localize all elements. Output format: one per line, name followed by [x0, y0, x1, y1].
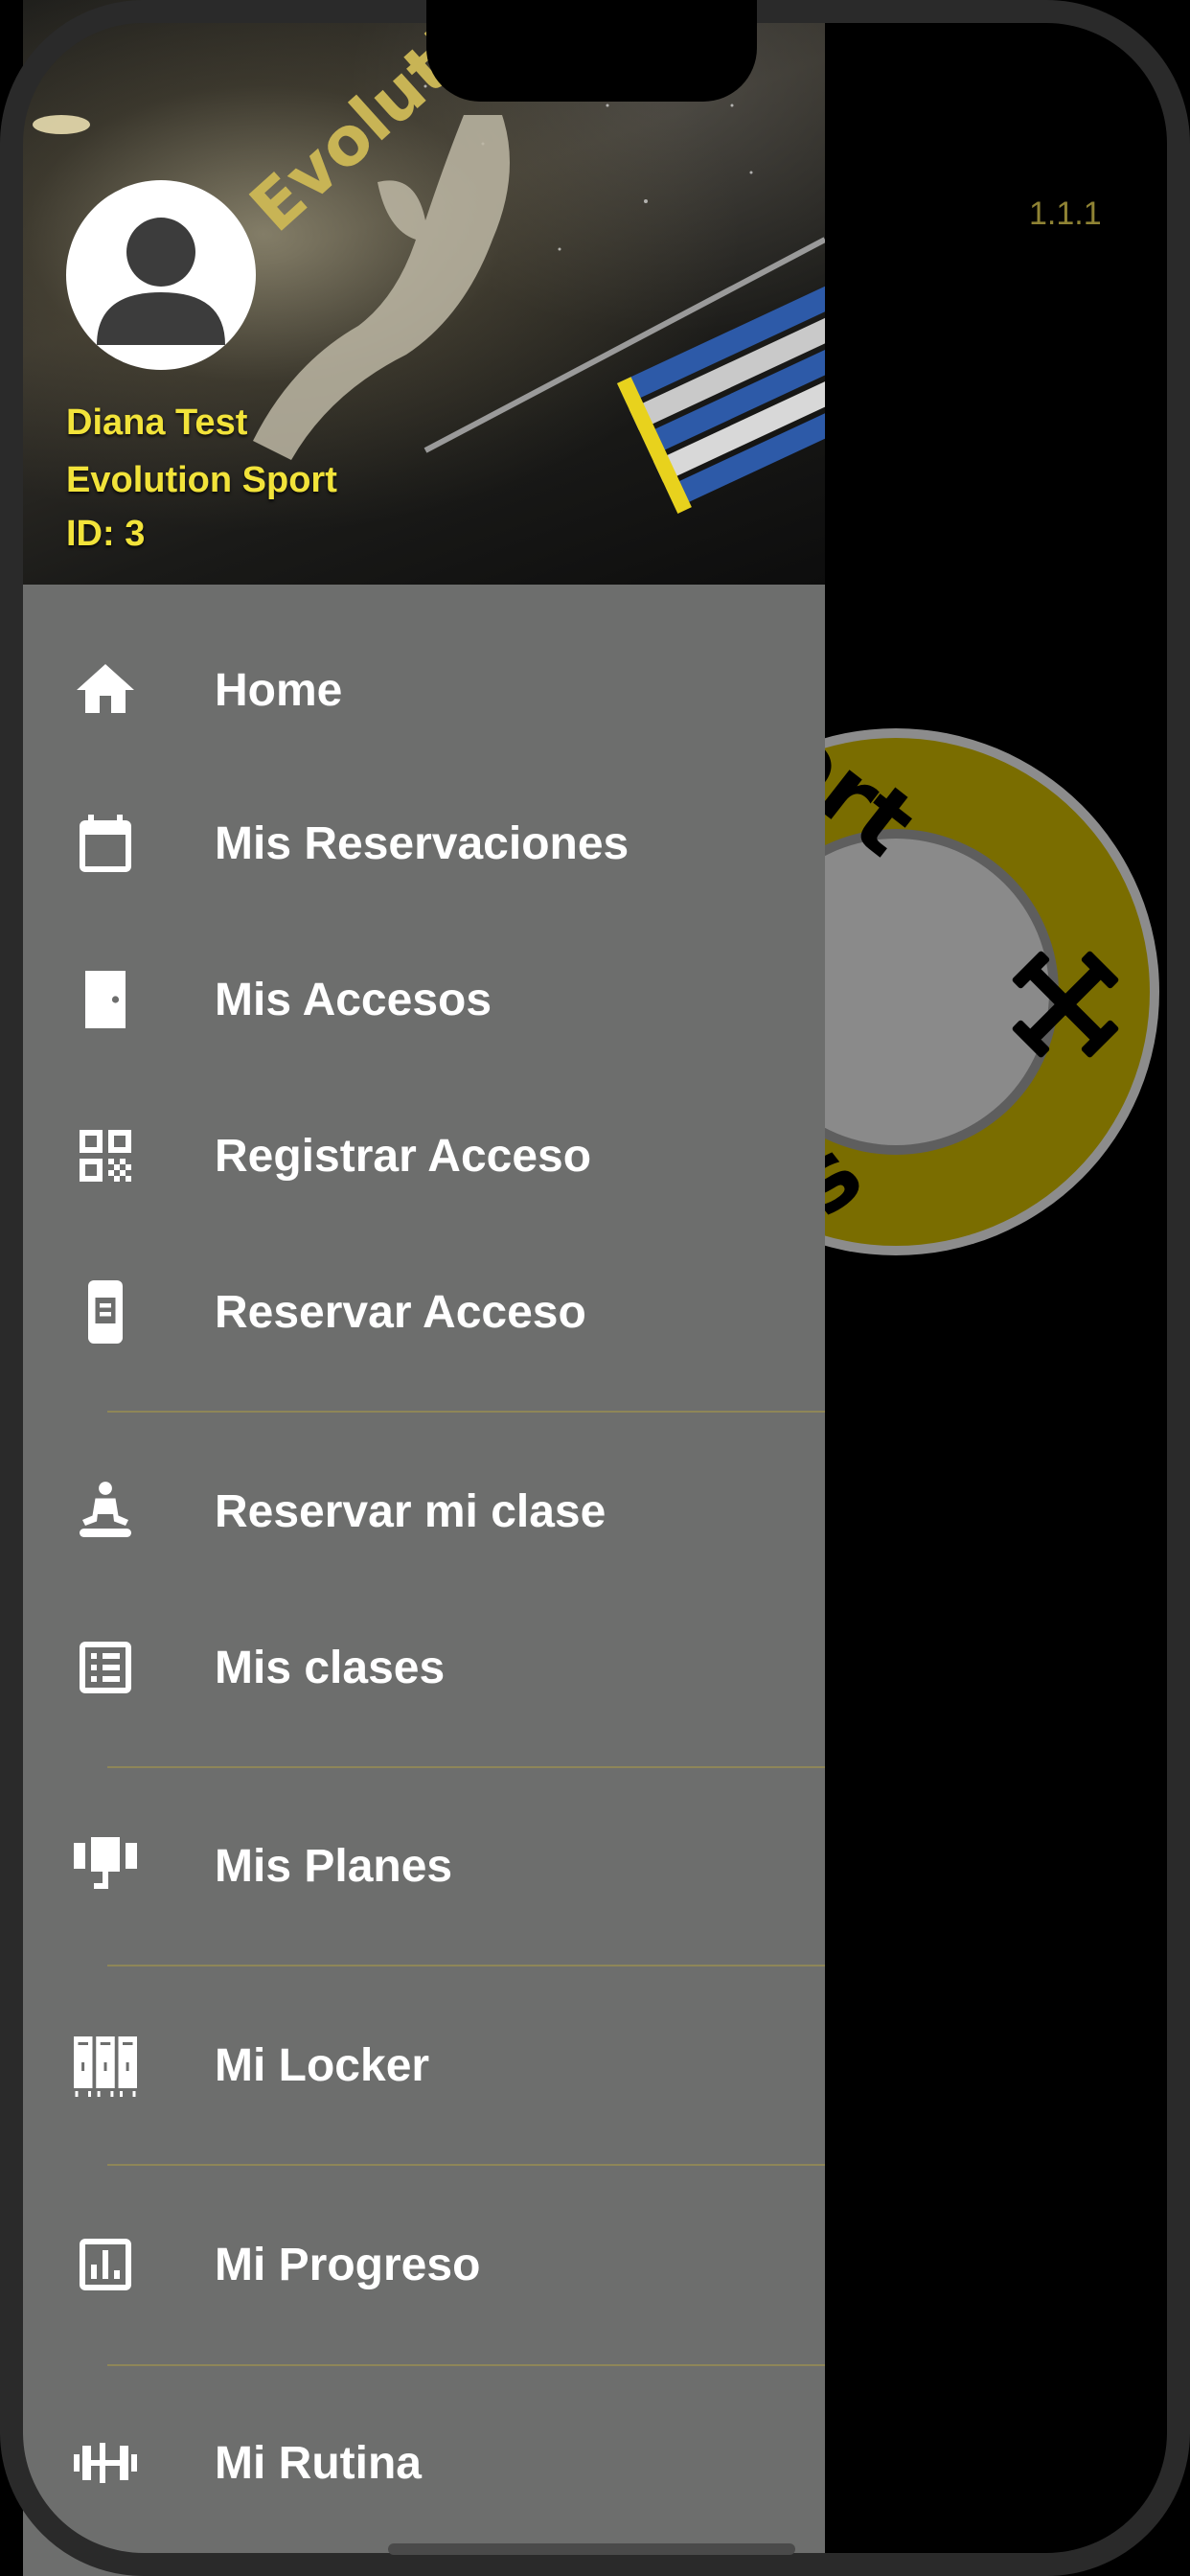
meditation-icon — [67, 1473, 144, 1550]
menu-item-label: Reservar Acceso — [215, 1286, 586, 1338]
menu-divider — [107, 2364, 825, 2366]
menu-item-registrar-acceso[interactable]: Registrar Acceso — [23, 1093, 825, 1218]
app-version: 1.1.1 — [1029, 196, 1102, 232]
user-name: Diana Test — [66, 402, 248, 443]
user-id: ID: 3 — [66, 514, 146, 554]
menu-item-mis-planes[interactable]: Mis Planes — [23, 1804, 825, 1928]
avatar[interactable] — [66, 180, 256, 370]
device-notch — [426, 0, 757, 102]
user-icon — [97, 218, 225, 345]
navigation-drawer: Evolution Diana Test Evolution Sport ID:… — [23, 0, 825, 2576]
menu-item-label: Mi Rutina — [215, 2437, 422, 2489]
menu-item-mi-rutina[interactable]: Mi Rutina — [23, 2401, 825, 2525]
menu-item-label: Mi Locker — [215, 2039, 430, 2091]
menu-item-mis-reservaciones[interactable]: Mis Reservaciones — [23, 781, 825, 906]
user-company: Evolution Sport — [66, 460, 337, 500]
menu-item-label: Mis Accesos — [215, 974, 492, 1025]
menu-item-label: Mi Progreso — [215, 2239, 481, 2290]
locker-icon — [67, 2027, 144, 2104]
qr-code-icon — [67, 1117, 144, 1194]
menu-divider — [107, 2164, 825, 2166]
home-icon — [67, 652, 144, 728]
phone-card-icon — [67, 1274, 144, 1350]
menu-divider — [107, 1965, 825, 1966]
menu-item-reservar-mi-clase[interactable]: Reservar mi clase — [23, 1449, 825, 1574]
home-indicator[interactable] — [388, 2543, 795, 2555]
list-icon — [67, 1629, 144, 1706]
menu-item-mis-clases[interactable]: Mis clases — [23, 1605, 825, 1730]
menu-item-home[interactable]: Home — [23, 628, 825, 752]
menu-item-label: Registrar Acceso — [215, 1130, 592, 1182]
calendar-icon — [67, 805, 144, 882]
menu-item-label: Mis clases — [215, 1642, 446, 1693]
menu-divider — [107, 1766, 825, 1768]
menu-item-mi-progreso[interactable]: Mi Progreso — [23, 2202, 825, 2327]
door-icon — [67, 961, 144, 1038]
menu-item-label: Reservar mi clase — [215, 1485, 606, 1537]
menu-item-mi-locker[interactable]: Mi Locker — [23, 2003, 825, 2128]
phone-screen: 1.1.1 port ess — [0, 0, 1190, 2576]
menu-item-label: Home — [215, 664, 343, 716]
menu-item-label: Mis Reservaciones — [215, 817, 629, 869]
gym-plan-icon — [67, 1828, 144, 1904]
dumbbell-icon — [67, 2425, 144, 2501]
menu-item-mis-accesos[interactable]: Mis Accesos — [23, 937, 825, 1062]
menu-item-reservar-acceso[interactable]: Reservar Acceso — [23, 1250, 825, 1374]
menu-item-label: Mis Planes — [215, 1840, 453, 1892]
chart-icon — [67, 2226, 144, 2303]
menu-divider — [107, 1411, 825, 1413]
